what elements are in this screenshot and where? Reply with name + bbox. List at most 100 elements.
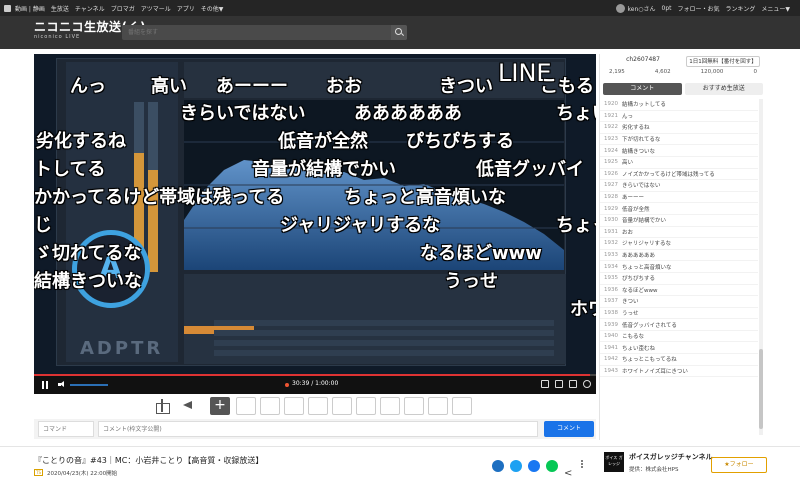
video-player[interactable]: A ADPTR んっ 高い あーーー おお きつい LINE こもる きらいでは… [34, 54, 596, 374]
comment-text: きらいではない [622, 183, 661, 190]
comment-row[interactable]: 1931 おお [600, 227, 758, 239]
comment-row[interactable]: 1921 んっ [600, 111, 758, 123]
topnav-right-link[interactable]: メニュー▼ [761, 4, 790, 13]
item-slot[interactable] [284, 397, 304, 415]
comment-row[interactable]: 1932 ジャリジャリするな [600, 238, 758, 250]
comment-input[interactable] [98, 421, 538, 437]
topnav-link[interactable]: ブロマガ [111, 4, 135, 13]
comment-row[interactable]: 1934 ちょっと高音煩いな [600, 261, 758, 273]
comment-row[interactable]: 1936 なるほどwww [600, 285, 758, 297]
volume-settings-icon[interactable] [555, 380, 563, 388]
item-slot[interactable] [332, 397, 352, 415]
settings-gear-icon[interactable] [583, 380, 591, 388]
comment-row[interactable]: 1924 結構きついな [600, 145, 758, 157]
comment-row[interactable]: 1942 ちょっとこもってるね [600, 354, 758, 366]
seek-bar[interactable] [34, 374, 596, 376]
item-slot[interactable] [236, 397, 256, 415]
topnav-link[interactable]: その他▼ [201, 4, 224, 13]
comment-row[interactable]: 1929 低音が全然 [600, 203, 758, 215]
send-comment-button[interactable]: コメント [544, 421, 594, 437]
comment-row[interactable]: 1933 ああああああ [600, 250, 758, 262]
search-input[interactable] [128, 26, 378, 39]
user-name[interactable]: ken○さん [628, 4, 656, 13]
comment-row[interactable]: 1940 こもるな [600, 331, 758, 343]
topnav-right-link[interactable]: ランキング [726, 4, 756, 13]
add-item-button[interactable]: + [210, 397, 230, 415]
danmaku-comment: ちょっ [556, 215, 596, 236]
free-ad-button[interactable]: 1日1回無料【番付を回す】 [686, 56, 760, 67]
program-date: 2020/04/23(木) 22:00開始 [47, 471, 118, 477]
share-more-icon[interactable] [564, 461, 574, 471]
follow-button[interactable]: ★フォロー [711, 457, 767, 473]
danmaku-comment: トしてる [34, 159, 106, 180]
top-navigation-bar: 動画 | 静画 生放送 チャンネル ブロマガ アツマール アプリ その他▼ ke… [0, 0, 800, 16]
playback-time: 30:39 / 1:00:00 [292, 380, 339, 387]
comment-row[interactable]: 1923 下が切れてるな [600, 134, 758, 146]
danmaku-comment: うっせ [444, 271, 498, 292]
channel-name[interactable]: ボイスガレッジチャンネル [629, 452, 713, 462]
nicoad-megaphone-icon[interactable] [181, 399, 195, 411]
comment-row[interactable]: 1920 結構カットしてる [600, 99, 758, 111]
topnav-link[interactable]: アツマール [141, 4, 171, 13]
comment-row[interactable]: 1927 きらいではない [600, 180, 758, 192]
niconico-home-icon[interactable] [4, 4, 11, 12]
comment-list[interactable]: 1920 結構カットしてる 1921 んっ 1922 劣化するね 1923 下が切れてるな 19… [600, 99, 758, 439]
user-avatar[interactable] [615, 3, 625, 13]
item-slot[interactable] [308, 397, 328, 415]
points: 0pt [661, 4, 672, 12]
volume-slider[interactable] [70, 384, 108, 386]
channel-id: ch2607487 [626, 56, 660, 63]
tab-comments[interactable]: コメント [603, 83, 682, 95]
topnav-link[interactable]: アプリ [177, 4, 195, 13]
danmaku-comment: きつい [439, 76, 493, 97]
command-input[interactable] [38, 421, 94, 437]
comment-row[interactable]: 1922 劣化するね [600, 122, 758, 134]
danmaku-comment: あーーー [216, 76, 288, 97]
item-slot[interactable] [380, 397, 400, 415]
danmaku-comment: ちょい [556, 103, 596, 124]
item-slot[interactable] [452, 397, 472, 415]
comment-row[interactable]: 1938 うっせ [600, 308, 758, 320]
comment-toggle-icon[interactable] [541, 380, 549, 388]
comment-row[interactable]: 1941 ちょい歪むね [600, 342, 758, 355]
comment-row[interactable]: 1939 低音グッバイされてる [600, 319, 758, 331]
tab-recommended[interactable]: おすすめ生放送 [684, 83, 763, 95]
topnav-link[interactable]: チャンネル [75, 4, 105, 13]
item-slot[interactable] [428, 397, 448, 415]
volume-icon[interactable] [58, 381, 66, 388]
search-icon[interactable] [391, 25, 407, 40]
comment-text: きつい [622, 299, 639, 306]
comment-row[interactable]: 1928 あーーー [600, 192, 758, 204]
danmaku-comment: こもる [540, 76, 594, 97]
comment-text: ぴちぴちする [622, 276, 656, 283]
channel-logo[interactable]: ボイス ガレッジ [604, 452, 624, 472]
comment-scrollbar[interactable] [759, 99, 763, 435]
twitter-icon[interactable] [510, 460, 522, 472]
topnav-link[interactable]: 生放送 [51, 4, 69, 13]
more-menu-icon[interactable] [580, 459, 584, 471]
comment-number: 1943 [604, 367, 618, 374]
fullscreen-icon[interactable] [569, 380, 577, 388]
danmaku-comment: 劣化するね [36, 131, 126, 152]
timeline-share-icon[interactable] [492, 460, 504, 472]
topnav-right-link[interactable]: フォロー・お気 [678, 4, 720, 13]
topnav-link[interactable]: 動画 | 静画 [15, 4, 45, 13]
item-slot[interactable] [404, 397, 424, 415]
comment-row[interactable]: 1926 ノイズかかってるけど帯域は残ってる [600, 169, 758, 181]
facebook-icon[interactable] [528, 460, 540, 472]
line-icon[interactable] [546, 460, 558, 472]
comment-row[interactable]: 1925 高い [600, 157, 758, 169]
comment-row[interactable]: 1943 ホワイトノイズ耳にきつい [600, 366, 758, 378]
comment-row[interactable]: 1937 きつい [600, 296, 758, 308]
pause-icon[interactable] [41, 381, 49, 389]
panel-tabs: コメント おすすめ生放送 [603, 83, 763, 95]
comment-number: 1921 [604, 112, 618, 119]
item-slot[interactable] [356, 397, 376, 415]
comment-row[interactable]: 1935 ぴちぴちする [600, 273, 758, 285]
comment-number: 1929 [604, 205, 618, 212]
gift-icon[interactable] [155, 399, 170, 414]
comment-number: 1924 [604, 147, 618, 154]
comment-row[interactable]: 1930 音量が結構でかい [600, 215, 758, 227]
comment-number: 1932 [604, 240, 618, 247]
item-slot[interactable] [260, 397, 280, 415]
